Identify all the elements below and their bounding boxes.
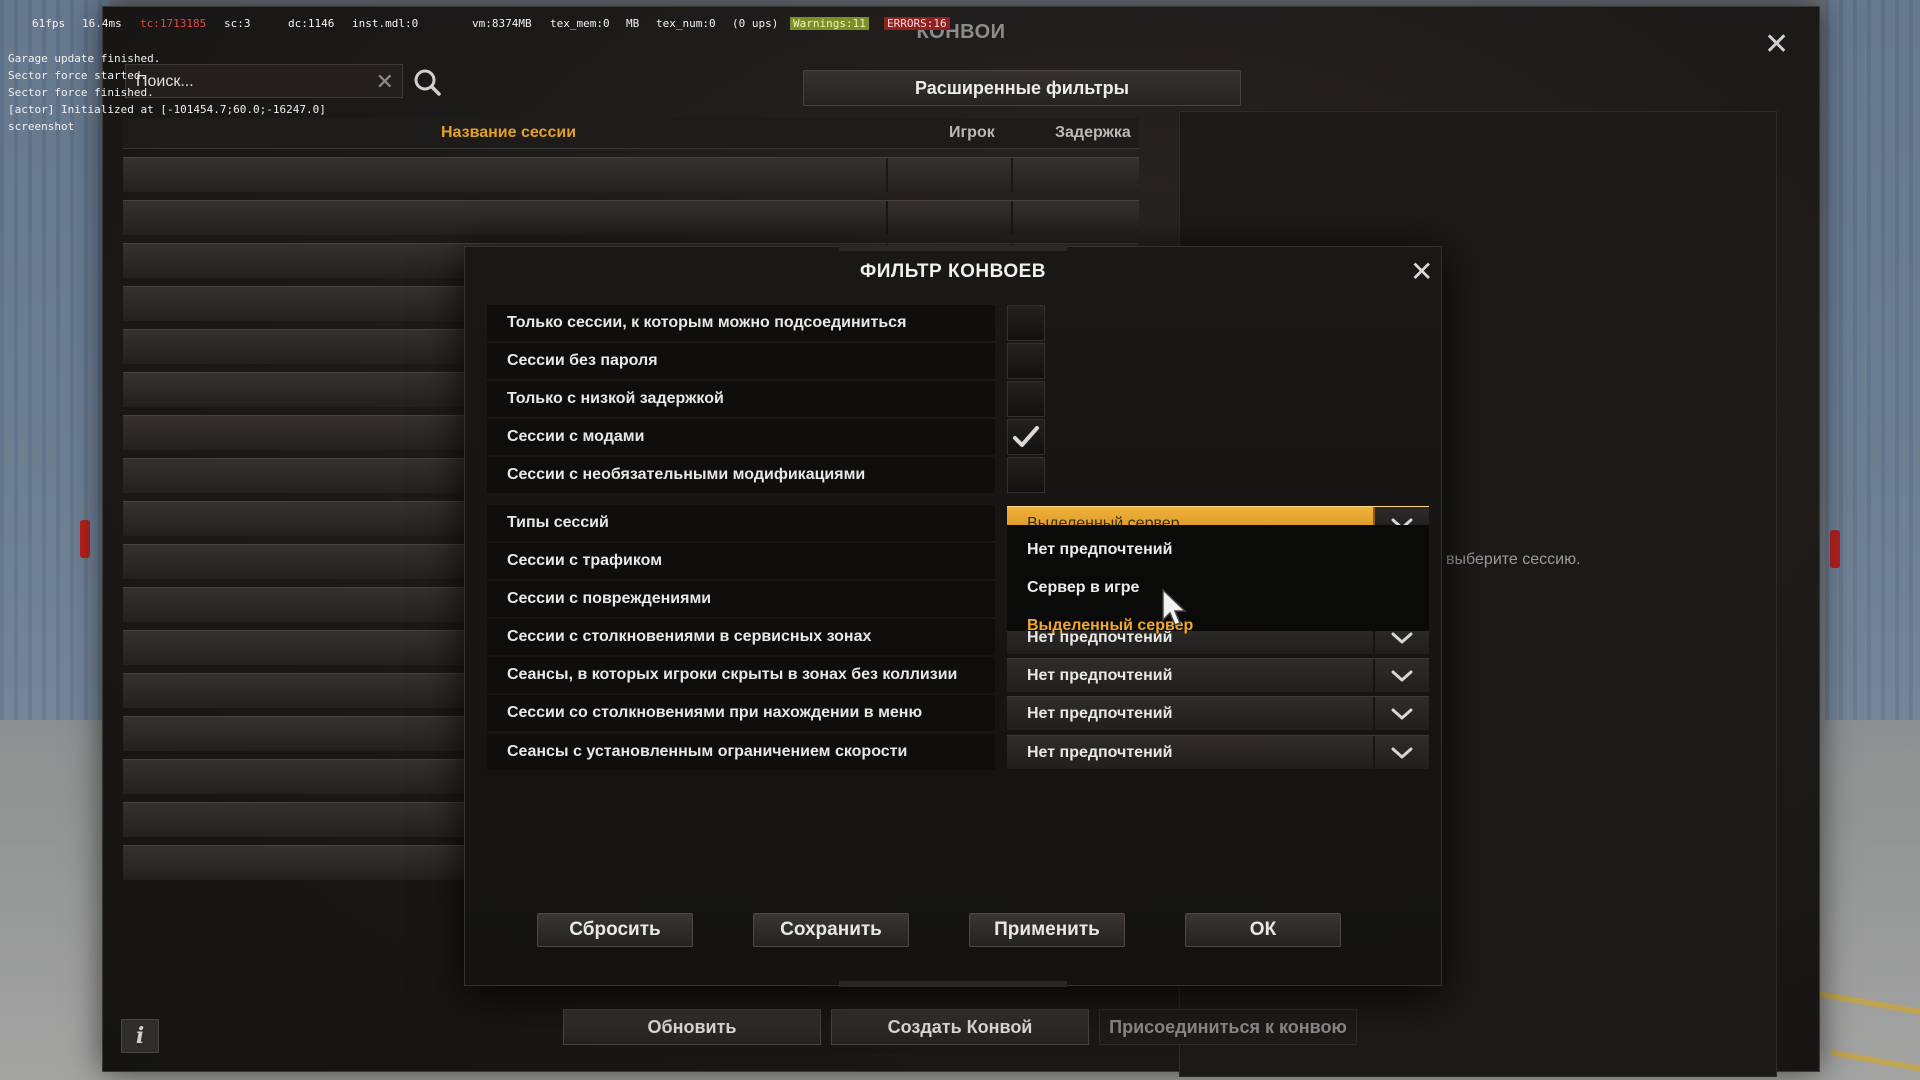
- filter-label: Типы сессий: [507, 514, 609, 531]
- info-button[interactable]: i: [121, 1019, 159, 1053]
- search-icon[interactable]: [412, 67, 442, 97]
- refresh-button[interactable]: Обновить: [563, 1009, 821, 1045]
- console-line: Sector force finished.: [8, 86, 154, 99]
- convoy-filter-dialog: ФИЛЬТР КОНВОЕВ ✕ Только сессии, к которы…: [464, 245, 1442, 987]
- filter-label: Только с низкой задержкой: [507, 390, 724, 407]
- session-players-cell: [888, 158, 1013, 192]
- filter-checkbox[interactable]: [1007, 457, 1045, 493]
- filter-row: Сессии со столкновениями при нахождении …: [487, 695, 995, 731]
- filter-row: Сессии с необязательными модификациями: [487, 457, 995, 493]
- session-players-cell: [888, 201, 1013, 235]
- debug-sc: sc:3: [224, 17, 251, 30]
- filter-checkbox[interactable]: [1007, 419, 1045, 455]
- session-row[interactable]: [123, 200, 1139, 235]
- chevron-down-icon: [1391, 670, 1413, 682]
- console-line: [actor] Initialized at [-101454.7;60.0;-…: [8, 103, 326, 116]
- filter-label: Сессии без пароля: [507, 352, 658, 369]
- debug-frame-time: 16.4ms: [82, 17, 122, 30]
- filter-row: Сессии с модами: [487, 419, 995, 455]
- filter-label: Сессии с столкновениями в сервисных зона…: [507, 628, 872, 645]
- column-ping[interactable]: Задержка: [1055, 124, 1131, 142]
- filter-dropdown[interactable]: Нет предпочтений: [1007, 735, 1429, 770]
- dropdown-value: Нет предпочтений: [1027, 705, 1173, 722]
- debug-tc: tc:1713185: [140, 17, 207, 30]
- chevron-down-icon: [1391, 747, 1413, 759]
- save-button[interactable]: Сохранить: [753, 913, 909, 947]
- apply-button[interactable]: Применить: [969, 913, 1125, 947]
- join-convoy-button[interactable]: Присоединиться к конвою: [1099, 1009, 1357, 1045]
- debug-tex-num: tex_num:0: [656, 17, 716, 30]
- reset-button[interactable]: Сбросить: [537, 913, 693, 947]
- filter-label: Сессии со столкновениями при нахождении …: [507, 704, 923, 721]
- filter-dropdown[interactable]: Нет предпочтений: [1007, 658, 1429, 693]
- debug-stats-bar: 61fps 16.4ms tc:1713185 sc:3 dc:1146 ins…: [0, 14, 1000, 32]
- ok-button[interactable]: ОК: [1185, 913, 1341, 947]
- filter-dropdown[interactable]: Нет предпочтений: [1007, 696, 1429, 731]
- dropdown-toggle[interactable]: [1373, 736, 1429, 770]
- column-session-name[interactable]: Название сессии: [441, 124, 576, 142]
- dropdown-toggle[interactable]: [1373, 697, 1429, 731]
- filter-label: Сессии с трафиком: [507, 552, 663, 569]
- fire-extinguisher: [1830, 530, 1840, 568]
- session-type-options: Нет предпочтений Сервер в игре Выделенны…: [1007, 525, 1429, 634]
- debug-vm: vm:8374MB: [472, 17, 532, 30]
- chevron-down-icon: [1391, 708, 1413, 720]
- dropdown-value: Нет предпочтений: [1027, 744, 1173, 761]
- filter-checkbox[interactable]: [1007, 305, 1045, 341]
- option-in-game-server[interactable]: Сервер в игре: [1027, 579, 1139, 597]
- debug-inst: inst.mdl:0: [352, 17, 419, 30]
- advanced-filters-button[interactable]: Расширенные фильтры: [803, 70, 1241, 106]
- close-icon[interactable]: ✕: [1764, 27, 1789, 62]
- fire-extinguisher: [80, 520, 90, 558]
- dialog-top-tab: [839, 245, 1067, 251]
- create-convoy-button[interactable]: Создать Конвой: [831, 1009, 1089, 1045]
- filter-row: Только сессии, к которым можно подсоедин…: [487, 305, 995, 341]
- dialog-bottom-tab: [839, 981, 1067, 987]
- filter-label: Сессии с повреждениями: [507, 590, 712, 607]
- filter-label: Только сессии, к которым можно подсоедин…: [507, 314, 907, 331]
- dropdown-value: Нет предпочтений: [1027, 667, 1173, 684]
- filter-row: Типы сессий: [487, 505, 995, 541]
- option-no-preference[interactable]: Нет предпочтений: [1027, 541, 1172, 559]
- filter-label: Сеансы с установленным ограничением скор…: [507, 743, 908, 760]
- console-line: screenshot: [8, 120, 75, 133]
- mouse-cursor-icon: [1162, 588, 1187, 626]
- checkmark-icon: [1013, 426, 1039, 447]
- debug-console: Garage update finished. Sector force star…: [8, 50, 326, 135]
- filter-row: Сессии с трафиком: [487, 543, 995, 579]
- filter-row: Сессии с повреждениями: [487, 581, 995, 617]
- filter-label: Сеансы, в которых игроки скрыты в зонах …: [507, 666, 958, 683]
- filter-row: Только с низкой задержкой: [487, 381, 995, 417]
- filter-label: Сессии с модами: [507, 428, 645, 445]
- dropdown-toggle[interactable]: [1373, 659, 1429, 693]
- debug-ups: (0 ups): [732, 17, 779, 30]
- filter-checkbox[interactable]: [1007, 381, 1045, 417]
- session-name-cell: [123, 201, 888, 235]
- filter-row: Сессии без пароля: [487, 343, 995, 379]
- filter-row: Сеансы, в которых игроки скрыты в зонах …: [487, 657, 995, 693]
- filter-row: Сеансы с установленным ограничением скор…: [487, 734, 995, 770]
- debug-mb: MB: [626, 17, 640, 30]
- debug-fps: 61fps: [32, 17, 66, 30]
- debug-errors-badge: ERRORS:16: [884, 17, 950, 30]
- dialog-title: ФИЛЬТР КОНВОЕВ: [859, 261, 1046, 282]
- session-name-cell: [123, 158, 888, 192]
- session-row[interactable]: [123, 157, 1139, 192]
- filter-row: Сессии с столкновениями в сервисных зона…: [487, 619, 995, 655]
- debug-warnings-badge: Warnings:11: [790, 17, 869, 30]
- console-line: Sector force started.: [8, 69, 148, 82]
- filter-label: Сессии с необязательными модификациями: [507, 466, 866, 483]
- close-icon[interactable]: ✕: [1410, 255, 1433, 288]
- debug-dc: dc:1146: [288, 17, 335, 30]
- column-players[interactable]: Игрок: [949, 124, 995, 142]
- chevron-down-icon: [1391, 632, 1413, 644]
- clear-icon[interactable]: ✕: [376, 69, 394, 95]
- debug-tex-mem: tex_mem:0: [550, 17, 610, 30]
- console-line: Garage update finished.: [8, 52, 161, 65]
- filter-checkbox[interactable]: [1007, 343, 1045, 379]
